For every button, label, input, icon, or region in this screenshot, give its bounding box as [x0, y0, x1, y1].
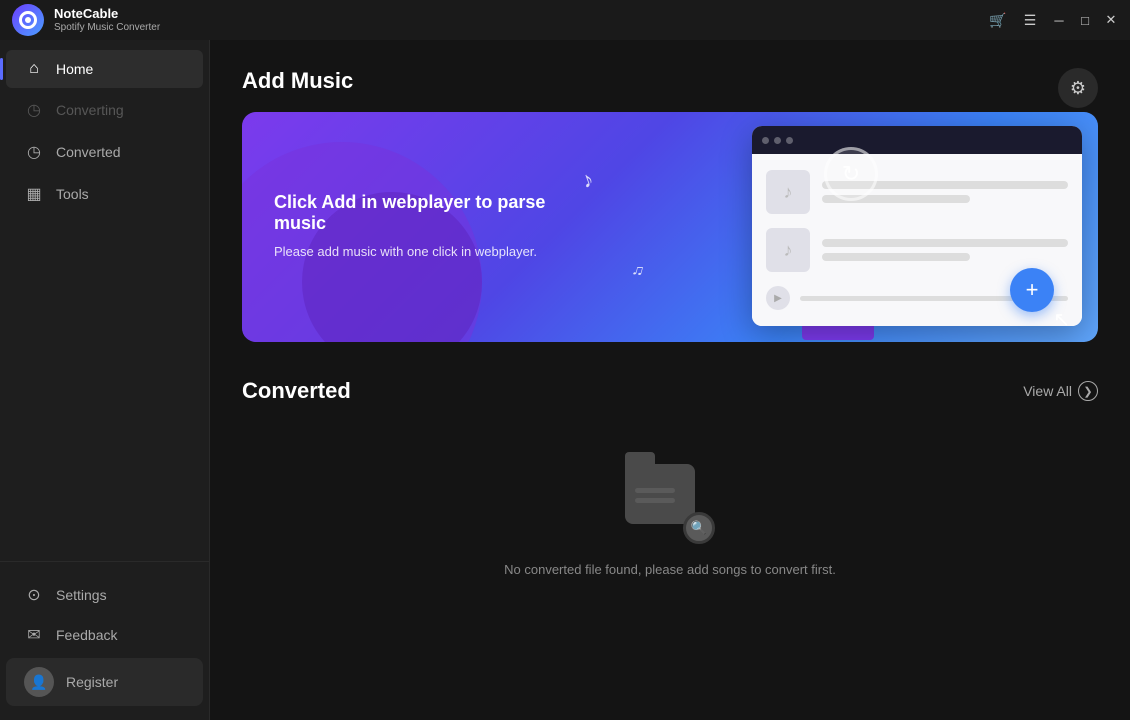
mock-line-3	[822, 239, 1068, 247]
browser-dot-2	[774, 137, 781, 144]
settings-button[interactable]: ⚙	[1058, 68, 1098, 108]
sidebar-converted-label: Converted	[56, 144, 121, 160]
refresh-circle-icon: ↻	[824, 147, 878, 201]
empty-search-icon: 🔍	[683, 512, 715, 544]
empty-state: 🔍 No converted file found, please add so…	[242, 424, 1098, 597]
converted-icon: ◷	[24, 142, 44, 162]
sidebar-item-feedback[interactable]: ✉ Feedback	[6, 616, 203, 654]
sidebar-nav: ⌂ Home ◷ Converting ◷ Converted ▦ Tools	[0, 40, 209, 561]
converting-icon: ◷	[24, 100, 44, 120]
mock-music-row-2: ♪	[766, 228, 1068, 272]
sidebar-settings-label: Settings	[56, 587, 107, 603]
banner-text: Click Add in webplayer to parse music Pl…	[242, 160, 582, 294]
sidebar-item-converting: ◷ Converting	[6, 90, 203, 130]
mock-play-button: ▶	[766, 286, 790, 310]
sidebar-feedback-label: Feedback	[56, 627, 117, 643]
mock-music-icon-1: ♪	[766, 170, 810, 214]
register-avatar: 👤	[24, 667, 54, 697]
view-all-arrow-icon: ❯	[1078, 381, 1098, 401]
sidebar-item-converted[interactable]: ◷ Converted	[6, 132, 203, 172]
mock-music-icon-2: ♪	[766, 228, 810, 272]
empty-state-message: No converted file found, please add song…	[504, 562, 836, 577]
app-subtitle: Spotify Music Converter	[54, 22, 160, 34]
sidebar: ⌂ Home ◷ Converting ◷ Converted ▦ Tools …	[0, 40, 210, 720]
browser-dot-3	[786, 137, 793, 144]
settings-icon: ⊙	[24, 585, 44, 605]
view-all-label: View All	[1023, 383, 1072, 399]
add-music-title: Add Music	[242, 68, 1098, 94]
empty-folder-line-2	[635, 498, 675, 503]
tools-icon: ▦	[24, 184, 44, 204]
minimize-button[interactable]: ─	[1052, 13, 1066, 27]
feedback-icon: ✉	[24, 625, 44, 645]
plus-button[interactable]: +	[1010, 268, 1054, 312]
close-button[interactable]: ✕	[1104, 13, 1118, 27]
browser-bar	[752, 126, 1082, 154]
app-name: NoteCable	[54, 6, 160, 22]
logo-icon	[19, 11, 37, 29]
avatar-icon: 👤	[30, 674, 47, 691]
content-area: ⚙ Add Music Click Add in webplayer to pa…	[210, 40, 1130, 720]
music-note-2: ♫	[630, 261, 646, 281]
sidebar-item-settings[interactable]: ⊙ Settings	[6, 576, 203, 614]
settings-gear-icon: ⚙	[1070, 78, 1086, 99]
empty-folder-line-1	[635, 488, 675, 493]
mock-music-lines-2	[822, 239, 1068, 261]
sidebar-converting-label: Converting	[56, 102, 124, 118]
titlebar: NoteCable Spotify Music Converter 🛒 ☰ ─ …	[0, 0, 1130, 40]
main-layout: ⌂ Home ◷ Converting ◷ Converted ▦ Tools …	[0, 40, 1130, 720]
mock-line-4	[822, 253, 970, 261]
banner-subtitle: Please add music with one click in webpl…	[274, 242, 550, 262]
sidebar-home-label: Home	[56, 61, 93, 77]
sidebar-tools-label: Tools	[56, 186, 89, 202]
sidebar-bottom: ⊙ Settings ✉ Feedback 👤 Register	[0, 561, 209, 720]
sidebar-item-register[interactable]: 👤 Register	[6, 658, 203, 706]
app-logo	[12, 4, 44, 36]
sidebar-register-label: Register	[66, 674, 118, 690]
cart-icon[interactable]: 🛒	[988, 10, 1008, 30]
converted-header: Converted View All ❯	[242, 378, 1098, 404]
menu-icon[interactable]: ☰	[1020, 10, 1040, 30]
empty-folder-lines	[635, 488, 675, 503]
cursor-icon: ↖	[1053, 307, 1070, 332]
titlebar-controls: 🛒 ☰ ─ □ ✕	[988, 10, 1118, 30]
banner: Click Add in webplayer to parse music Pl…	[242, 112, 1098, 342]
converted-title: Converted	[242, 378, 351, 404]
view-all-button[interactable]: View All ❯	[1023, 381, 1098, 401]
empty-folder-icon	[625, 464, 695, 524]
sidebar-item-home[interactable]: ⌂ Home	[6, 50, 203, 88]
app-brand: NoteCable Spotify Music Converter	[0, 4, 160, 36]
mock-music-row-1: ♪	[766, 170, 1068, 214]
maximize-button[interactable]: □	[1078, 13, 1092, 27]
app-title-block: NoteCable Spotify Music Converter	[54, 6, 160, 34]
home-icon: ⌂	[24, 60, 44, 78]
banner-title: Click Add in webplayer to parse music	[274, 192, 550, 234]
sidebar-item-tools[interactable]: ▦ Tools	[6, 174, 203, 214]
browser-dot-1	[762, 137, 769, 144]
empty-state-icon: 🔍	[625, 454, 715, 544]
